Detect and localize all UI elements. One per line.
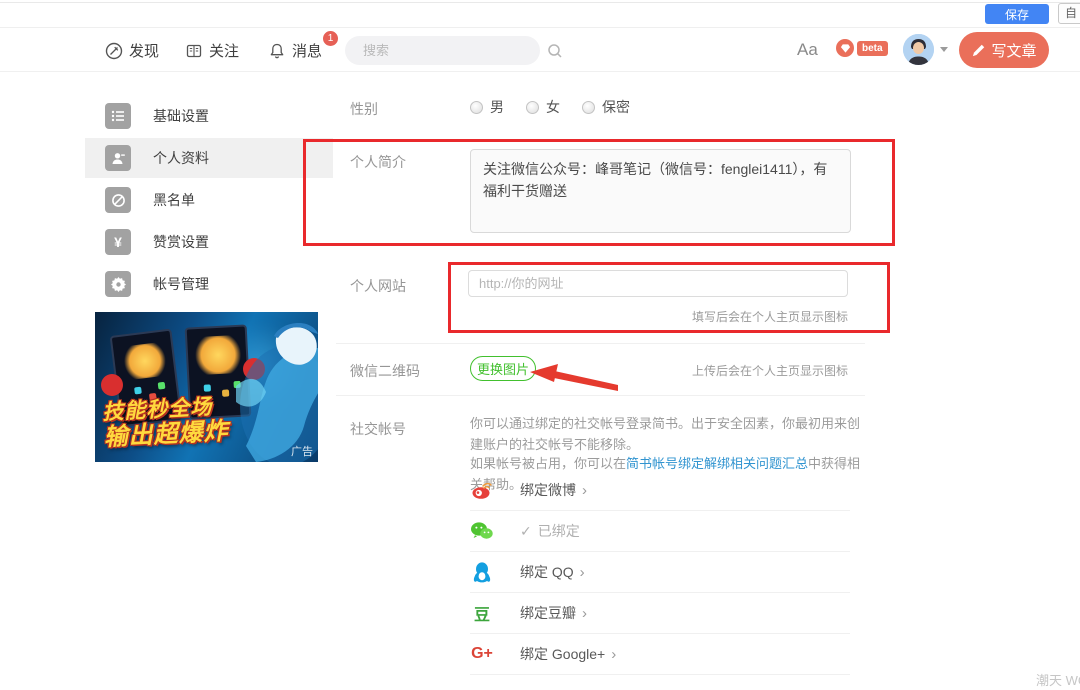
- bell-icon: [270, 43, 284, 58]
- pen-icon: [973, 44, 985, 56]
- binding-help-link[interactable]: 简书帐号绑定解绑相关问题汇总: [626, 456, 808, 471]
- nav-discover[interactable]: 发现: [105, 29, 159, 72]
- settings-sidebar: 基础设置 个人资料 黑名单 ¥ 赞赏设置 帐号管理: [85, 95, 333, 305]
- wechat-icon: [470, 519, 494, 543]
- sidebar-item-blacklist[interactable]: 黑名单: [95, 179, 320, 221]
- navbar: 发现 关注 消息 1 搜索 Aa beta 写文章: [0, 29, 1080, 72]
- gender-option-female[interactable]: 女: [526, 97, 560, 117]
- bind-qq-row[interactable]: 绑定 QQ ›: [470, 552, 850, 593]
- avatar[interactable]: [903, 34, 934, 65]
- social-account-list: 绑定微博 › ✓ 已绑定 绑定 QQ › 豆 绑定豆瓣 › G+ 绑定 Goog…: [470, 470, 850, 675]
- radio-icon[interactable]: [582, 100, 595, 114]
- radio-icon[interactable]: [526, 100, 539, 114]
- gem-icon: [836, 39, 854, 57]
- sidebar-item-label: 帐号管理: [153, 276, 209, 292]
- write-article-button[interactable]: 写文章: [959, 32, 1049, 68]
- nav-messages[interactable]: 消息 1: [268, 29, 339, 72]
- qrcode-hint: 上传后会在个人主页显示图标: [691, 364, 848, 378]
- wechat-bound-row[interactable]: ✓ 已绑定: [470, 511, 850, 552]
- website-input[interactable]: [468, 270, 848, 297]
- sidebar-item-label: 个人资料: [153, 150, 209, 166]
- sidebar-item-label: 赞赏设置: [153, 234, 209, 250]
- divider: [336, 395, 865, 396]
- douban-icon: 豆: [473, 607, 490, 624]
- qrcode-label: 微信二维码: [350, 363, 420, 379]
- gender-option-secret[interactable]: 保密: [582, 97, 630, 117]
- top-strip: [0, 2, 1080, 28]
- watermark-text: 潮天 WG: [1036, 673, 1080, 688]
- nav-follow-label: 关注: [209, 43, 240, 60]
- save-button[interactable]: 保存: [985, 4, 1049, 24]
- reward-icon: ¥: [105, 229, 131, 255]
- sidebar-item-label: 黑名单: [153, 192, 195, 208]
- bio-textarea[interactable]: 关注微信公众号：峰哥笔记（微信号：fenglei1411），有福利干货赠送: [470, 149, 851, 233]
- red-arrow-annotation: [530, 364, 618, 391]
- ad-slogan: 技能秒全场 输出超爆炸: [101, 395, 230, 451]
- ad-tag: 广告: [291, 446, 313, 458]
- check-icon: ✓: [520, 522, 532, 539]
- ad-badge-left: [101, 374, 123, 396]
- search-input[interactable]: [345, 43, 547, 58]
- gender-option-male[interactable]: 男: [470, 97, 504, 117]
- message-count-badge: 1: [323, 31, 339, 46]
- chevron-right-icon: ›: [611, 645, 617, 663]
- social-description: 你可以通过绑定的社交帐号登录简书。出于安全因素，你最初用来创建账户的社交帐号不能…: [470, 416, 861, 453]
- nav-follow[interactable]: 关注: [185, 29, 239, 72]
- divider: [336, 343, 865, 344]
- write-article-label: 写文章: [991, 42, 1037, 60]
- bio-label: 个人简介: [350, 154, 406, 170]
- search-icon[interactable]: [547, 43, 563, 59]
- beta-badge[interactable]: beta: [836, 39, 888, 57]
- sidebar-item-basic-settings[interactable]: 基础设置: [95, 95, 320, 137]
- book-icon: [186, 44, 202, 57]
- gear-icon: [105, 271, 131, 297]
- chevron-right-icon: ›: [582, 604, 587, 622]
- nav-discover-label: 发现: [129, 43, 160, 60]
- social-label: 社交帐号: [350, 421, 406, 437]
- radio-icon[interactable]: [470, 100, 483, 114]
- bind-weibo-row[interactable]: 绑定微博 ›: [470, 470, 850, 511]
- partial-edge-button[interactable]: 自: [1058, 3, 1080, 24]
- weibo-icon: [470, 478, 494, 502]
- sidebar-item-label: 基础设置: [153, 108, 209, 124]
- search-box[interactable]: [345, 36, 562, 65]
- bind-google-plus-row[interactable]: G+ 绑定 Google+ ›: [470, 634, 850, 675]
- qq-icon: [470, 560, 494, 584]
- wechat-bound-label: ✓ 已绑定: [520, 522, 580, 540]
- website-hint: 填写后会在个人主页显示图标: [691, 310, 848, 324]
- chevron-right-icon: ›: [582, 481, 587, 499]
- bind-qq-label: 绑定 QQ ›: [520, 563, 585, 581]
- ad-character: [216, 316, 318, 462]
- sidebar-item-reward-settings[interactable]: ¥ 赞赏设置: [95, 221, 320, 263]
- bind-douban-label: 绑定豆瓣 ›: [520, 604, 587, 622]
- google-plus-icon: G+: [471, 645, 493, 662]
- bind-google-plus-label: 绑定 Google+ ›: [520, 645, 617, 663]
- jianshu-settings-page: 保存 自 发现 关注 消息 1 搜索 Aa beta 写文章 基础设置 个人资料…: [0, 0, 1080, 690]
- gender-label: 性别: [350, 101, 378, 117]
- gender-radio-group: 男 女 保密: [470, 97, 630, 117]
- font-mode-toggle[interactable]: Aa: [797, 40, 818, 60]
- user-menu[interactable]: [903, 34, 948, 65]
- beta-label: beta: [857, 40, 888, 56]
- sidebar-item-profile[interactable]: 个人资料: [85, 137, 333, 179]
- block-icon: [105, 187, 131, 213]
- bind-douban-row[interactable]: 豆 绑定豆瓣 ›: [470, 593, 850, 634]
- compass-icon: [105, 42, 123, 59]
- list-icon: [105, 103, 131, 129]
- sidebar-item-account-management[interactable]: 帐号管理: [95, 263, 320, 305]
- nav-messages-label: 消息 1: [292, 31, 339, 61]
- chevron-down-icon: [940, 47, 948, 52]
- ad-banner[interactable]: 技能秒全场 输出超爆炸 广告: [95, 312, 318, 462]
- profile-icon: [105, 145, 131, 171]
- website-label: 个人网站: [350, 278, 406, 294]
- chevron-right-icon: ›: [579, 563, 585, 581]
- bind-weibo-label: 绑定微博 ›: [520, 481, 587, 499]
